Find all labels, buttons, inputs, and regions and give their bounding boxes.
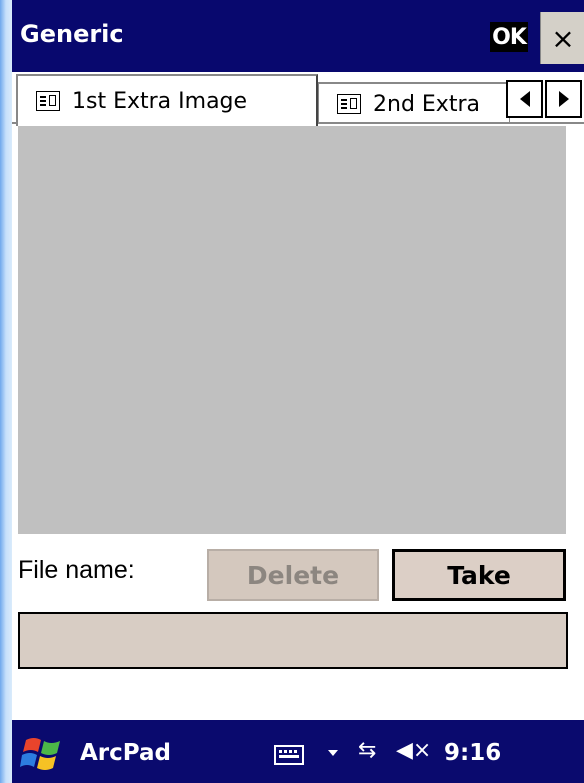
title-bar: Generic OK × <box>12 0 584 72</box>
ok-button[interactable]: OK <box>490 22 528 52</box>
close-icon: × <box>551 21 575 55</box>
tab-scroll-right-button[interactable] <box>545 80 582 118</box>
form-icon <box>36 91 60 111</box>
tab-2nd-extra-image[interactable]: 2nd Extra <box>318 82 510 124</box>
file-name-label: File name: <box>18 556 135 584</box>
clock[interactable]: 9:16 <box>444 740 501 766</box>
keyboard-icon[interactable] <box>274 745 304 765</box>
arrow-left-icon <box>519 91 530 107</box>
app-name: ArcPad <box>80 740 172 766</box>
window-title: Generic <box>20 20 124 48</box>
take-button[interactable]: Take <box>392 549 566 601</box>
chevron-down-icon[interactable] <box>328 750 338 756</box>
delete-button[interactable]: Delete <box>207 549 379 601</box>
arrow-right-icon <box>558 91 569 107</box>
file-name-field[interactable] <box>18 612 568 669</box>
taskbar: ArcPad ⇆ ◀× 9:16 <box>12 720 584 783</box>
windows-start-icon[interactable] <box>20 732 68 774</box>
device-screen: Generic OK × 1st Extra Image 2nd Extra F… <box>12 0 584 783</box>
tab-label: 2nd Extra <box>373 91 480 117</box>
tab-1st-extra-image[interactable]: 1st Extra Image <box>16 74 318 126</box>
volume-muted-icon[interactable]: ◀× <box>396 738 431 763</box>
tab-scroll-left-button[interactable] <box>506 80 543 118</box>
tab-strip: 1st Extra Image 2nd Extra <box>12 72 584 126</box>
tab-label: 1st Extra Image <box>72 88 248 114</box>
form-icon <box>337 94 361 114</box>
image-preview[interactable] <box>18 126 566 534</box>
close-button[interactable]: × <box>540 12 584 64</box>
tab-scroll-buttons <box>506 80 584 118</box>
connectivity-icon[interactable]: ⇆ <box>358 738 376 763</box>
